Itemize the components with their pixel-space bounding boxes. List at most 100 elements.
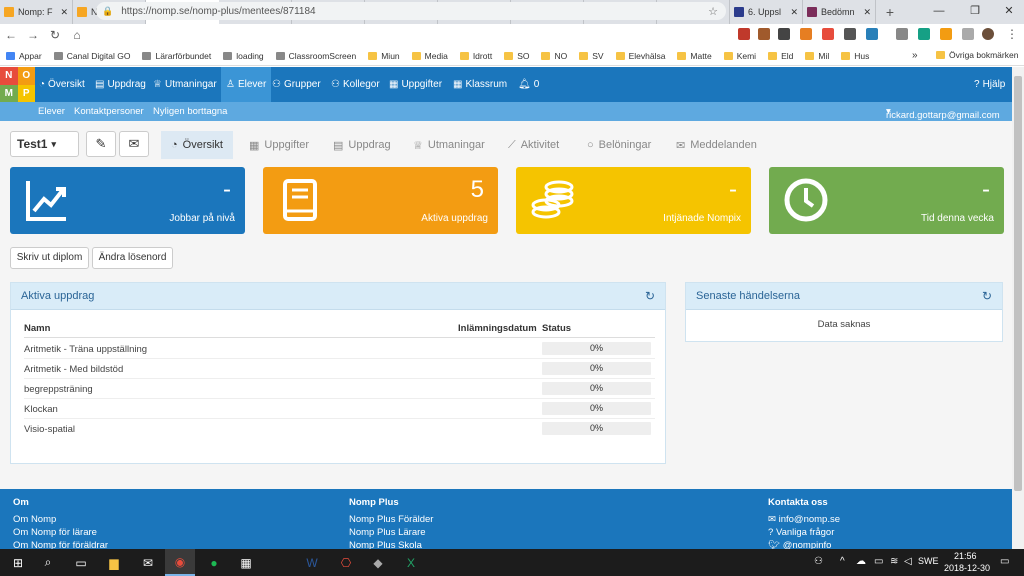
footer-link[interactable]: Nomp Plus Lärare [349, 527, 426, 538]
app-icon[interactable]: ◆ [363, 549, 393, 576]
extension-icon[interactable] [866, 28, 878, 40]
forward-icon[interactable]: → [22, 28, 44, 42]
clock-date[interactable]: 2018-12-30 [944, 563, 990, 573]
language-indicator[interactable]: SWE [918, 556, 939, 566]
windows-start-icon[interactable]: ⊞ [3, 549, 33, 576]
close-window-icon[interactable]: ✕ [992, 0, 1024, 24]
file-explorer-icon[interactable]: ▆ [99, 549, 129, 576]
user-menu[interactable]: rickard.gottarp@gmail.com ▾ [886, 106, 1000, 121]
subnav-nyligen-borttagna[interactable]: Nyligen borttagna [153, 106, 227, 117]
nav-klassrum[interactable]: ▦ Klassrum [453, 67, 507, 102]
bookmark-item[interactable]: Appar [0, 51, 48, 61]
tab-meddelanden[interactable]: ✉ Meddelanden [676, 131, 757, 159]
nomp-logo[interactable]: N O M P [0, 67, 35, 102]
table-row[interactable]: Visio-spatial 0% [24, 419, 655, 439]
extension-icon[interactable] [940, 28, 952, 40]
profile-avatar-icon[interactable] [982, 28, 994, 40]
extension-icon[interactable] [918, 28, 930, 40]
subnav-kontaktpersoner[interactable]: Kontaktpersoner [74, 106, 144, 117]
browser-tab[interactable]: Nomp: F ✕ [0, 0, 73, 24]
tab-uppdrag[interactable]: ▤ Uppdrag [333, 131, 391, 159]
edit-button[interactable]: ✎ [86, 131, 116, 157]
scrollbar-thumb[interactable] [1014, 76, 1022, 491]
extension-icon[interactable] [844, 28, 856, 40]
excel-icon[interactable]: X [396, 549, 426, 576]
bookmark-item[interactable]: NO [535, 51, 573, 61]
nav-help[interactable]: ? Hjälp [974, 67, 1005, 102]
new-tab-button[interactable]: + [876, 0, 904, 24]
spotify-icon[interactable]: ● [199, 549, 229, 576]
change-password-button[interactable]: Ändra lösenord [92, 247, 173, 269]
message-button[interactable]: ✉ [119, 131, 149, 157]
notifications-icon[interactable]: ▭ [1000, 556, 1009, 567]
home-icon[interactable]: ⌂ [66, 28, 88, 42]
extension-icon[interactable] [778, 28, 790, 40]
bookmark-item[interactable]: Idrott [454, 51, 498, 61]
close-tab-icon[interactable]: ✕ [60, 7, 68, 18]
bookmark-item[interactable]: Media [406, 51, 454, 61]
bookmark-item[interactable]: Miun [362, 51, 405, 61]
search-icon[interactable]: ⌕ [33, 549, 63, 576]
print-diploma-button[interactable]: Skriv ut diplom [10, 247, 89, 269]
acrobat-icon[interactable]: ⎔ [331, 549, 361, 576]
bookmark-item[interactable]: Eld [762, 51, 799, 61]
mail-icon[interactable]: ✉ [133, 549, 163, 576]
footer-link[interactable]: Nomp Plus Förälder [349, 514, 433, 525]
footer-link[interactable]: Om Nomp för lärare [13, 527, 97, 538]
nav-kollegor[interactable]: ⚇ Kollegor [331, 67, 380, 102]
extension-icon[interactable] [822, 28, 834, 40]
table-row[interactable]: begreppsträning 0% [24, 379, 655, 399]
bookmark-item[interactable]: loading [217, 51, 269, 61]
url-field[interactable]: 🔒 https://nomp.se/nomp-plus/mentees/8711… [96, 2, 726, 20]
volume-icon[interactable]: ◁ [904, 556, 912, 567]
bookmark-item[interactable]: Hus [835, 51, 875, 61]
back-icon[interactable]: ← [0, 28, 22, 42]
bookmark-item[interactable]: Matte [671, 51, 717, 61]
calculator-icon[interactable]: ▦ [231, 549, 261, 576]
nav-uppgifter[interactable]: ▦ Uppgifter [389, 67, 442, 102]
nav-utmaningar[interactable]: ♕ Utmaningar [153, 67, 217, 102]
nav-notifications[interactable]: 🔔︎ 0 [518, 67, 539, 102]
footer-link[interactable]: ✉ info@nomp.se [768, 514, 840, 525]
extension-icon[interactable] [800, 28, 812, 40]
wifi-icon[interactable]: ≋ [890, 556, 898, 567]
tab-uppgifter[interactable]: ▦ Uppgifter [249, 131, 309, 159]
subnav-elever[interactable]: Elever [38, 106, 65, 117]
task-view-icon[interactable]: ▭ [66, 549, 96, 576]
nav-oversikt[interactable]: ◔ Översikt [39, 67, 85, 102]
student-select[interactable]: Test1 ▾ [10, 131, 79, 157]
bookmark-item[interactable]: Canal Digital GO [48, 51, 137, 61]
maximize-icon[interactable]: ❐ [958, 0, 992, 24]
close-tab-icon[interactable]: ✕ [863, 7, 871, 18]
nav-uppdrag[interactable]: ▤ Uppdrag [95, 67, 146, 102]
nav-elever[interactable]: ♙ Elever [221, 67, 272, 102]
bookmark-item[interactable]: Elevhälsa [610, 51, 672, 61]
nav-grupper[interactable]: ⚇ Grupper [272, 67, 321, 102]
people-icon[interactable]: ⚇ [814, 556, 823, 567]
bookmark-item[interactable]: ClassroomScreen [270, 51, 363, 61]
other-bookmarks[interactable]: Övriga bokmärken [930, 50, 1024, 60]
bookmark-item[interactable]: Kemi [718, 51, 762, 61]
extension-icon[interactable] [896, 28, 908, 40]
chrome-icon[interactable]: ◉ [165, 549, 195, 576]
refresh-icon[interactable]: ↻ [982, 289, 992, 303]
refresh-icon[interactable]: ↻ [645, 289, 655, 303]
footer-link[interactable]: Om Nomp [13, 514, 56, 525]
reload-icon[interactable]: ↻ [44, 28, 66, 42]
battery-icon[interactable]: ▭ [874, 556, 883, 567]
cloud-icon[interactable]: ☁ [856, 556, 866, 567]
tab-aktivitet[interactable]: ⟋ Aktivitet [508, 131, 559, 159]
close-tab-icon[interactable]: ✕ [790, 7, 798, 18]
browser-tab[interactable]: 6. Uppsl ✕ [730, 0, 803, 24]
bookmark-item[interactable]: Mil [799, 51, 835, 61]
bookmark-star-icon[interactable]: ☆ [708, 5, 718, 18]
browser-tab[interactable]: Bedömn ✕ [803, 0, 876, 24]
extension-icon[interactable] [738, 28, 750, 40]
word-icon[interactable]: W [297, 549, 327, 576]
table-row[interactable]: Klockan 0% [24, 399, 655, 419]
tab-oversikt[interactable]: ◔ Översikt [161, 131, 233, 159]
table-row[interactable]: Aritmetik - Med bildstöd 0% [24, 359, 655, 379]
bookmarks-more-icon[interactable]: » [912, 50, 918, 61]
bookmark-item[interactable]: SO [498, 51, 535, 61]
tab-beloningar[interactable]: ○ Belöningar [587, 131, 651, 159]
